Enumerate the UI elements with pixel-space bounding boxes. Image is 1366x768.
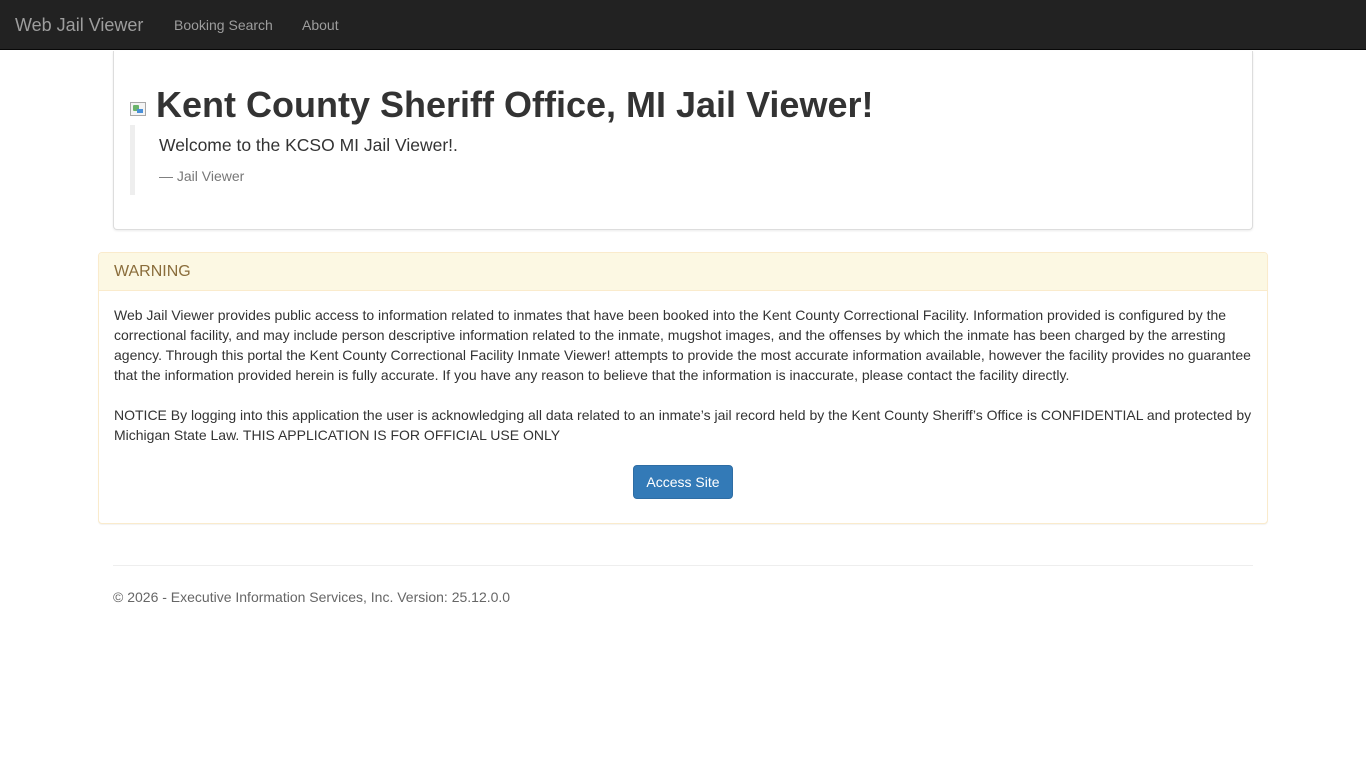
footer-copyright: © 2026 - Executive Information Services,… [113, 589, 511, 605]
warning-title: WARNING [114, 263, 191, 280]
warning-panel: WARNING Web Jail Viewer provides public … [98, 252, 1268, 524]
broken-image-icon [130, 102, 146, 116]
blockquote-footer: — Jail Viewer [159, 168, 245, 184]
footer-divider [113, 565, 1253, 566]
warning-panel-body: Web Jail Viewer provides public access t… [114, 305, 1254, 445]
page-title: Kent County Sheriff Office, MI Jail View… [156, 84, 874, 125]
nav-link-booking-search[interactable]: Booking Search [174, 16, 273, 34]
notice-paragraph: NOTICE By logging into this application … [114, 407, 1252, 443]
brand-link[interactable]: Web Jail Viewer [15, 14, 143, 36]
warning-panel-heading: WARNING [99, 253, 1267, 291]
nav-link-about[interactable]: About [302, 16, 339, 34]
disclaimer-paragraph: Web Jail Viewer provides public access t… [114, 307, 1251, 383]
access-site-button[interactable]: Access Site [633, 465, 733, 499]
welcome-jumbotron: Kent County Sheriff Office, MI Jail View… [113, 51, 1253, 230]
top-navbar: Web Jail Viewer Booking Search About [0, 0, 1366, 50]
welcome-blockquote: Welcome to the KCSO MI Jail Viewer!. — J… [130, 125, 470, 195]
welcome-message: Welcome to the KCSO MI Jail Viewer!. [159, 135, 458, 155]
